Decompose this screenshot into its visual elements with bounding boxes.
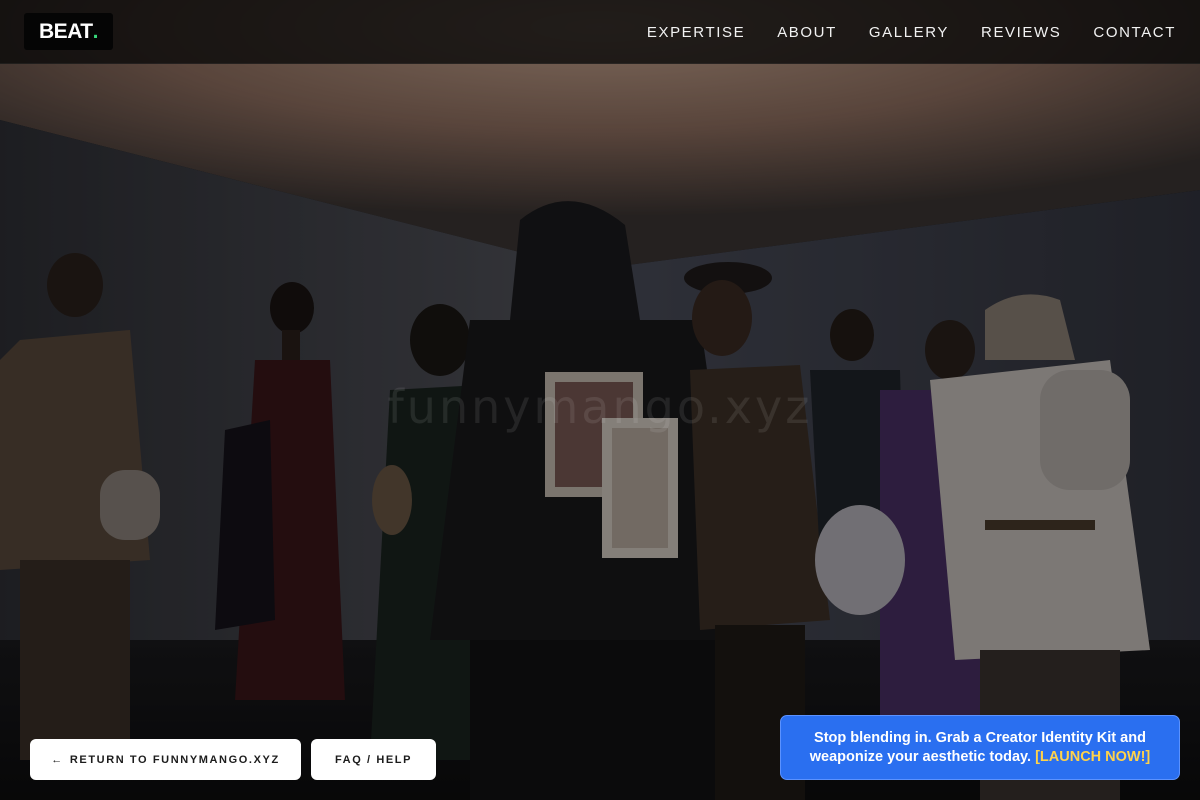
brand-name: BEAT [39, 19, 93, 43]
nav-item-gallery[interactable]: GALLERY [869, 24, 949, 41]
brand-logo[interactable]: BEAT. [24, 13, 113, 50]
promo-banner[interactable]: Stop blending in. Grab a Creator Identit… [780, 715, 1180, 780]
nav-item-reviews[interactable]: REVIEWS [981, 24, 1061, 41]
return-button-label: RETURN TO FUNNYMANGO.XYZ [69, 753, 280, 766]
top-navigation-bar: BEAT. EXPERTISE ABOUT GALLERY REVIEWS CO… [0, 0, 1200, 64]
nav-item-about[interactable]: ABOUT [777, 24, 837, 41]
arrow-left-icon: ← [51, 753, 64, 766]
nav-item-expertise[interactable]: EXPERTISE [647, 24, 745, 41]
main-nav: EXPERTISE ABOUT GALLERY REVIEWS CONTACT [647, 0, 1176, 64]
promo-launch-link[interactable]: [LAUNCH NOW!] [1035, 749, 1150, 765]
promo-text-block: Stop blending in. Grab a Creator Identit… [799, 729, 1161, 767]
faq-button-label: FAQ / HELP [334, 753, 413, 766]
hero-watermark: funnymango.xyz [387, 380, 813, 434]
faq-help-button[interactable]: FAQ / HELP [311, 739, 436, 780]
nav-item-contact[interactable]: CONTACT [1093, 24, 1176, 41]
brand-dot: . [92, 19, 99, 43]
return-to-site-button[interactable]: ← RETURN TO FUNNYMANGO.XYZ [30, 739, 301, 780]
